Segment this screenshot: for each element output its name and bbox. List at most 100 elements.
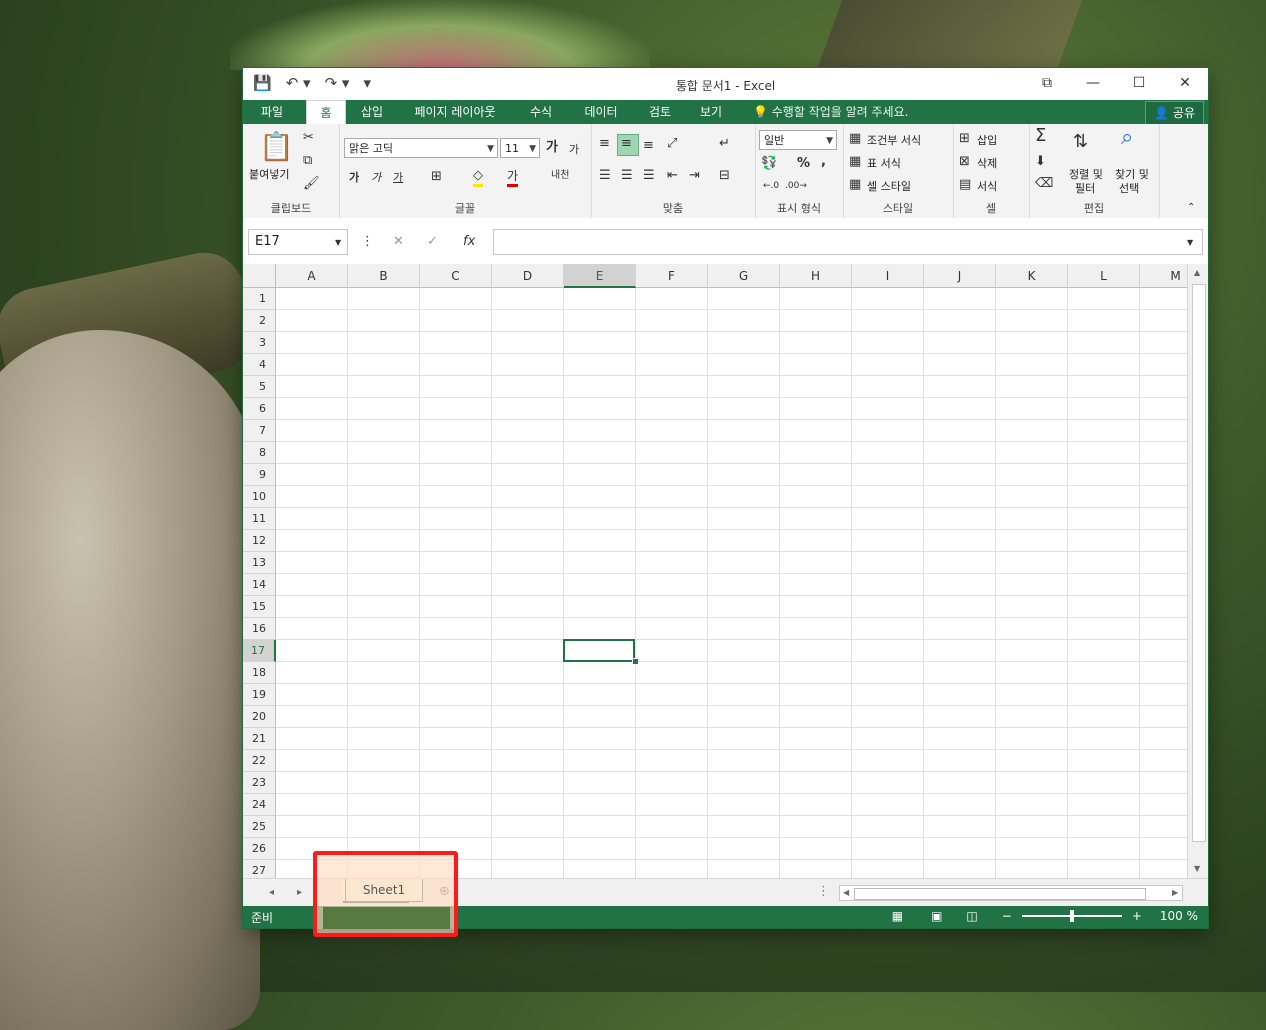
cell-styles-label[interactable]: 셀 스타일 (867, 178, 911, 194)
zoom-out-icon[interactable]: − (1002, 909, 1012, 923)
delete-cells-icon[interactable]: ⊠ (959, 154, 970, 170)
decrease-decimal-icon[interactable]: .00→ (785, 178, 807, 194)
horizontal-scroll-thumb[interactable] (854, 888, 1146, 900)
row-header[interactable]: 2 (243, 310, 276, 332)
copy-icon[interactable]: ⧉ (303, 153, 312, 169)
conditional-formatting-label[interactable]: 조건부 서식 (867, 132, 921, 148)
close-icon[interactable]: ✕ (1162, 68, 1208, 98)
row-header[interactable]: 18 (243, 662, 276, 684)
comma-style-icon[interactable]: , (821, 154, 826, 170)
number-format-combo[interactable]: 일반 ▼ (759, 130, 837, 150)
conditional-formatting-icon[interactable]: ▦ (849, 131, 861, 147)
column-header[interactable]: E (564, 264, 636, 288)
autosum-icon[interactable]: Σ (1035, 127, 1046, 145)
row-header[interactable]: 4 (243, 354, 276, 376)
format-cells-icon[interactable]: ▤ (959, 177, 971, 193)
row-header[interactable]: 6 (243, 398, 276, 420)
orientation-icon[interactable]: ⤢ (667, 136, 677, 152)
zoom-level[interactable]: 100 % (1160, 909, 1198, 923)
column-header[interactable]: I (852, 264, 924, 288)
tab-insert[interactable]: 삽입 (351, 100, 393, 124)
prev-sheet-icon[interactable]: ◂ (269, 887, 274, 898)
merge-center-icon[interactable]: ⊟ (719, 168, 730, 184)
tab-home[interactable]: 홈 (306, 100, 346, 125)
name-box-dropdown-icon[interactable]: ▼ (335, 235, 341, 251)
decrease-indent-icon[interactable]: ⇤ (667, 168, 678, 184)
row-header[interactable]: 26 (243, 838, 276, 860)
row-header[interactable]: 3 (243, 332, 276, 354)
sort-filter-icon[interactable]: ⇅ (1073, 133, 1088, 151)
normal-view-icon[interactable]: ▦ (892, 909, 903, 923)
page-layout-view-icon[interactable]: ▣ (931, 909, 942, 923)
tab-view[interactable]: 보기 (691, 100, 731, 124)
zoom-slider-knob[interactable] (1069, 910, 1074, 922)
paste-label[interactable]: 붙여넣기 (249, 166, 289, 182)
format-cells-label[interactable]: 서식 (977, 178, 997, 194)
next-sheet-icon[interactable]: ▸ (297, 887, 302, 898)
formula-input[interactable] (493, 229, 1203, 255)
row-header[interactable]: 24 (243, 794, 276, 816)
share-button[interactable]: 👤 공유 (1145, 101, 1204, 125)
row-header[interactable]: 1 (243, 288, 276, 310)
row-header[interactable]: 17 (243, 640, 276, 662)
font-name-combo[interactable]: 맑은 고딕 ▼ (344, 138, 498, 158)
insert-function-icon[interactable]: fx (463, 234, 475, 250)
shrink-font-icon[interactable]: 가 (569, 142, 579, 158)
font-size-combo[interactable]: 11 ▼ (500, 138, 540, 158)
scroll-down-icon[interactable]: ▼ (1194, 864, 1200, 873)
clear-icon[interactable]: ⌫ (1035, 176, 1053, 192)
find-select-label-2[interactable]: 선택 (1119, 180, 1139, 196)
fill-icon[interactable]: ⬇ (1035, 154, 1046, 170)
sort-filter-label-2[interactable]: 필터 (1075, 180, 1095, 196)
find-select-icon[interactable]: ⌕ (1121, 127, 1133, 149)
name-box[interactable]: E17 (248, 229, 348, 255)
cell-area[interactable] (276, 288, 1187, 878)
tab-formulas[interactable]: 수식 (519, 100, 563, 124)
row-header[interactable]: 8 (243, 442, 276, 464)
row-header[interactable]: 13 (243, 552, 276, 574)
row-header[interactable]: 5 (243, 376, 276, 398)
increase-decimal-icon[interactable]: ←.0 (763, 178, 779, 194)
column-header[interactable]: F (636, 264, 708, 288)
column-header[interactable]: K (996, 264, 1068, 288)
borders-icon[interactable]: ⊞ (431, 169, 442, 185)
horizontal-scrollbar[interactable]: ◀ ▶ (839, 885, 1183, 901)
row-header[interactable]: 19 (243, 684, 276, 706)
column-header[interactable]: D (492, 264, 564, 288)
scroll-up-icon[interactable]: ▲ (1194, 268, 1200, 277)
cut-icon[interactable]: ✂ (303, 130, 314, 146)
accounting-format-icon[interactable]: 💱 (761, 156, 777, 172)
vertical-scroll-thumb[interactable] (1192, 284, 1206, 842)
cell-styles-icon[interactable]: ▦ (849, 177, 861, 193)
insert-cells-icon[interactable]: ⊞ (959, 131, 970, 147)
row-header[interactable]: 25 (243, 816, 276, 838)
underline-icon[interactable]: 가 (393, 170, 403, 186)
ribbon-display-options-icon[interactable]: ⧉ (1024, 68, 1070, 98)
column-header[interactable]: A (276, 264, 348, 288)
tab-data[interactable]: 데이터 (575, 100, 627, 124)
row-header[interactable]: 20 (243, 706, 276, 728)
column-header[interactable]: M (1140, 264, 1187, 288)
cancel-icon[interactable]: ✕ (393, 234, 404, 250)
enter-icon[interactable]: ✓ (427, 234, 438, 250)
font-color-icon[interactable]: 가 (507, 168, 519, 187)
column-header[interactable]: L (1068, 264, 1140, 288)
scroll-left-icon[interactable]: ◀ (843, 888, 849, 897)
row-header[interactable]: 11 (243, 508, 276, 530)
row-header[interactable]: 21 (243, 728, 276, 750)
select-all-corner[interactable] (243, 264, 276, 288)
sheet-splitter-icon[interactable]: ⋮ (817, 884, 830, 900)
zoom-in-icon[interactable]: + (1132, 909, 1142, 923)
row-header[interactable]: 10 (243, 486, 276, 508)
align-center-icon[interactable]: ☰ (621, 168, 633, 184)
column-header[interactable]: C (420, 264, 492, 288)
fill-handle[interactable] (632, 658, 639, 665)
tab-file[interactable]: 파일 (243, 100, 301, 124)
minimize-icon[interactable]: — (1070, 68, 1116, 98)
row-header[interactable]: 22 (243, 750, 276, 772)
align-bottom-icon[interactable]: ≡ (643, 138, 654, 154)
column-header[interactable]: B (348, 264, 420, 288)
row-header[interactable]: 7 (243, 420, 276, 442)
row-header[interactable]: 23 (243, 772, 276, 794)
tab-review[interactable]: 검토 (639, 100, 681, 124)
